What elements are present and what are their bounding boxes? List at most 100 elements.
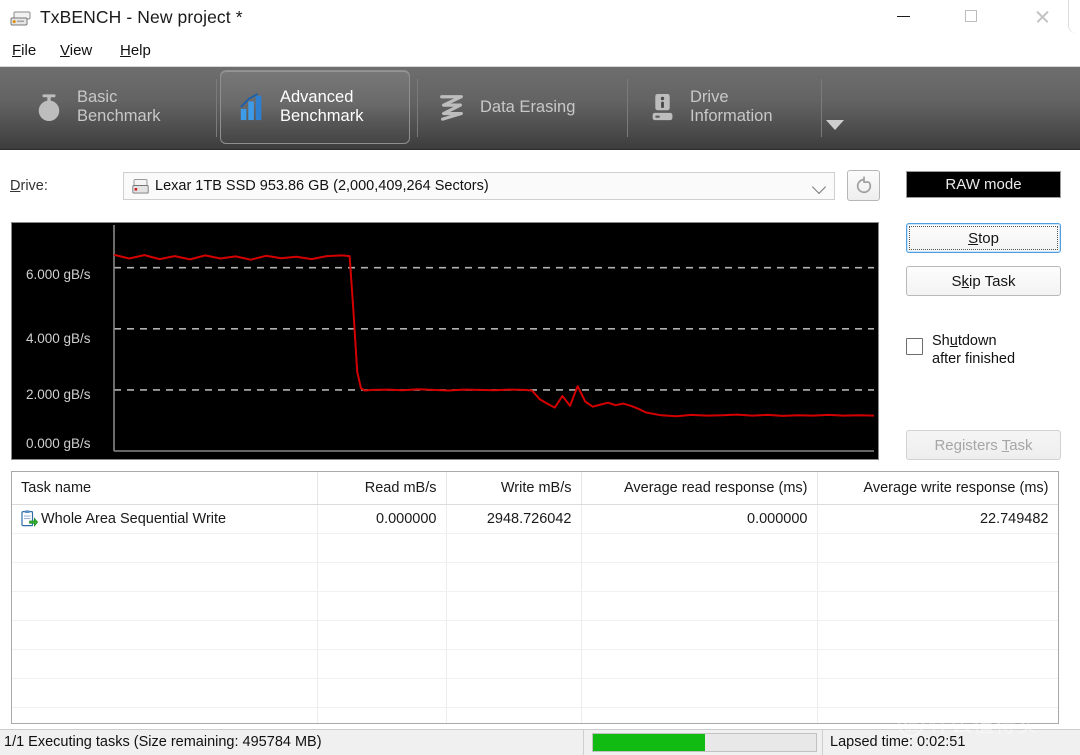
- drive-select[interactable]: Lexar 1TB SSD 953.86 GB (2,000,409,264 S…: [123, 172, 835, 200]
- table-empty-row[interactable]: [12, 562, 1058, 591]
- task-name-text: Whole Area Sequential Write: [41, 511, 226, 527]
- title-bar: TxBENCH - New project *: [0, 0, 1080, 40]
- maximize-button[interactable]: [948, 0, 994, 32]
- empty-cell: [817, 678, 1058, 707]
- drive-selected-text: Lexar 1TB SSD 953.86 GB (2,000,409,264 S…: [155, 178, 489, 194]
- skip-task-button[interactable]: Skip Task: [906, 266, 1061, 296]
- column-header-read[interactable]: Read mB/s: [317, 472, 446, 504]
- status-divider-2: [822, 730, 823, 755]
- empty-cell: [12, 591, 317, 620]
- empty-cell: [817, 533, 1058, 562]
- results-table: Task name Read mB/s Write mB/s Average r…: [11, 471, 1059, 724]
- txbench-window: TxBENCH - New project * File View Help: [0, 0, 1080, 754]
- table-empty-row[interactable]: [12, 620, 1058, 649]
- empty-cell: [446, 620, 581, 649]
- empty-cell: [12, 620, 317, 649]
- drive-label: Drive:: [10, 178, 48, 194]
- menu-file[interactable]: File: [7, 40, 41, 61]
- cell-task-name: Whole Area Sequential Write: [12, 504, 317, 533]
- empty-cell: [581, 591, 817, 620]
- empty-cell: [581, 649, 817, 678]
- status-divider-1: [583, 730, 584, 755]
- empty-cell: [317, 591, 446, 620]
- elapsed-time: Lapsed time: 0:02:51: [830, 734, 965, 750]
- column-header-avg-write-response[interactable]: Average write response (ms): [817, 472, 1058, 504]
- table-empty-row[interactable]: [12, 649, 1058, 678]
- empty-cell: [317, 533, 446, 562]
- empty-cell: [317, 562, 446, 591]
- chart-ytick-0: 0.000 gB/s: [26, 436, 91, 451]
- hard-drive-icon: [132, 179, 149, 194]
- toolbar-divider-4: [821, 79, 822, 137]
- checkbox-box[interactable]: [906, 338, 923, 355]
- empty-cell: [12, 533, 317, 562]
- table-row[interactable]: Whole Area Sequential Write0.0000002948.…: [12, 504, 1058, 533]
- empty-cell: [446, 591, 581, 620]
- menu-help[interactable]: Help: [115, 40, 156, 61]
- menu-view-rest: iew: [70, 42, 93, 59]
- empty-cell: [317, 620, 446, 649]
- cell-avg-read-response: 0.000000: [581, 504, 817, 533]
- empty-cell: [446, 649, 581, 678]
- menu-view[interactable]: View: [55, 40, 97, 61]
- table-empty-row[interactable]: [12, 591, 1058, 620]
- tab-basic-benchmark-label: BasicBenchmark: [77, 88, 160, 126]
- close-button[interactable]: [1019, 0, 1065, 32]
- cell-read: 0.000000: [317, 504, 446, 533]
- stop-focus-ring: [909, 226, 1058, 250]
- empty-cell: [317, 649, 446, 678]
- table-body: Whole Area Sequential Write0.0000002948.…: [12, 504, 1058, 724]
- empty-cell: [817, 649, 1058, 678]
- shutdown-after-finished-checkbox[interactable]: Shutdownafter finished: [906, 332, 1066, 368]
- empty-cell: [581, 533, 817, 562]
- empty-cell: [446, 678, 581, 707]
- stop-button[interactable]: Stop: [906, 223, 1061, 253]
- raw-mode-button[interactable]: RAW mode: [906, 171, 1061, 198]
- chart-ytick-2: 2.000 gB/s: [26, 387, 91, 402]
- cell-avg-write-response: 22.749482: [817, 504, 1058, 533]
- column-header-task-name[interactable]: Task name: [12, 472, 317, 504]
- tab-drive-information-label: DriveInformation: [690, 88, 773, 126]
- chevron-down-icon[interactable]: [812, 180, 826, 194]
- toolbar-divider-1: [216, 79, 217, 137]
- progress-bar-fill: [593, 734, 705, 751]
- toolbar-overflow-icon[interactable]: [826, 120, 844, 130]
- menu-file-rest: ile: [21, 42, 36, 59]
- toolbar-divider-2: [417, 79, 418, 137]
- skip-task-label: Skip Task: [952, 273, 1016, 290]
- registers-task-button: Registers Task: [906, 430, 1061, 460]
- column-header-write[interactable]: Write mB/s: [446, 472, 581, 504]
- refresh-drive-button[interactable]: [847, 170, 880, 201]
- empty-cell: [817, 620, 1058, 649]
- minimize-button[interactable]: [880, 0, 926, 32]
- column-header-avg-read-response[interactable]: Average read response (ms): [581, 472, 817, 504]
- minimize-icon: [897, 16, 910, 17]
- menu-bar: File View Help: [0, 38, 1080, 64]
- bar-chart-icon: [235, 87, 269, 127]
- tab-basic-benchmark[interactable]: BasicBenchmark: [18, 70, 214, 144]
- drive-info-icon: [645, 87, 679, 127]
- chart-plot-area: [12, 223, 878, 459]
- table-empty-row[interactable]: [12, 707, 1058, 724]
- empty-cell: [446, 707, 581, 724]
- table-empty-row[interactable]: [12, 533, 1058, 562]
- empty-cell: [817, 707, 1058, 724]
- toolbar-divider-3: [627, 79, 628, 137]
- tab-drive-information[interactable]: DriveInformation: [631, 70, 819, 144]
- empty-cell: [817, 562, 1058, 591]
- empty-cell: [581, 562, 817, 591]
- tab-data-erasing-label: Data Erasing: [480, 98, 575, 117]
- empty-cell: [581, 707, 817, 724]
- empty-cell: [817, 591, 1058, 620]
- empty-cell: [446, 533, 581, 562]
- tab-data-erasing[interactable]: Data Erasing: [421, 70, 621, 144]
- window-title: TxBENCH - New project *: [40, 7, 243, 28]
- tab-advanced-benchmark[interactable]: AdvancedBenchmark: [220, 70, 410, 144]
- empty-cell: [12, 678, 317, 707]
- benchmark-chart: 6.000 gB/s 4.000 gB/s 2.000 gB/s 0.000 g…: [11, 222, 879, 460]
- empty-cell: [12, 562, 317, 591]
- empty-cell: [446, 562, 581, 591]
- table-empty-row[interactable]: [12, 678, 1058, 707]
- stopwatch-icon: [32, 87, 66, 127]
- tab-advanced-benchmark-label: AdvancedBenchmark: [280, 88, 363, 126]
